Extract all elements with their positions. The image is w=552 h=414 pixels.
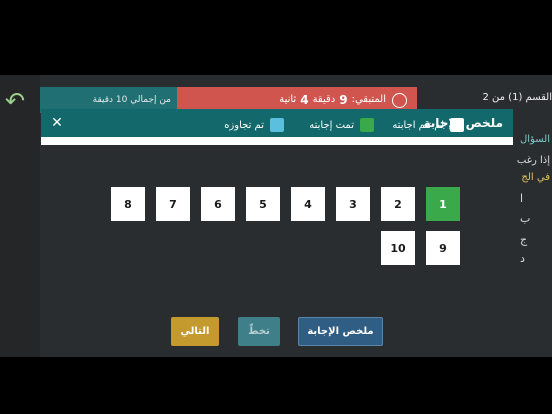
option-a[interactable]: ا — [520, 192, 523, 205]
question-button-8[interactable]: 8 — [111, 187, 145, 221]
question-button-9[interactable]: 9 — [426, 231, 460, 265]
question-button-1[interactable]: 1 — [426, 187, 460, 221]
question-button-6[interactable]: 6 — [201, 187, 235, 221]
option-b[interactable]: ب — [520, 212, 530, 225]
legend-unanswered: لم تتم اجابته — [392, 115, 464, 135]
question-button-4[interactable]: 4 — [291, 187, 325, 221]
back-arrow-icon[interactable]: ↶ — [2, 88, 28, 114]
legend-swatch-answered — [360, 118, 374, 132]
question-button-7[interactable]: 7 — [156, 187, 190, 221]
question-button-5[interactable]: 5 — [246, 187, 280, 221]
legend-label-answered: تمت إجابته — [309, 119, 354, 131]
question-button-3[interactable]: 3 — [336, 187, 370, 221]
legend-swatch-skipped — [270, 118, 284, 132]
question-button-10[interactable]: 10 — [381, 231, 415, 265]
legend-skipped: تم تجاوزه — [224, 115, 284, 135]
close-icon[interactable]: ✕ — [47, 113, 67, 133]
option-d[interactable]: د — [520, 252, 525, 265]
answer-summary-button[interactable]: ملخص الإجابة — [298, 317, 383, 346]
section-indicator: القسم (1) من 2 — [482, 92, 552, 103]
next-button[interactable]: التالي — [171, 317, 219, 346]
legend-answered: تمت إجابته — [309, 115, 374, 135]
question-button-2[interactable]: 2 — [381, 187, 415, 221]
skip-button[interactable]: تخطّ — [238, 317, 280, 346]
legend-label-skipped: تم تجاوزه — [224, 119, 264, 131]
legend-swatch-unanswered — [450, 118, 464, 132]
legend-label-unanswered: لم تتم اجابته — [392, 119, 444, 131]
question-text-line-1: إذا رغب — [516, 155, 550, 166]
left-panel — [0, 75, 40, 357]
question-heading: السؤال — [520, 134, 550, 145]
clock-icon — [392, 92, 407, 108]
option-c[interactable]: ج — [520, 233, 527, 246]
question-text-line-2: في الج — [521, 172, 550, 183]
